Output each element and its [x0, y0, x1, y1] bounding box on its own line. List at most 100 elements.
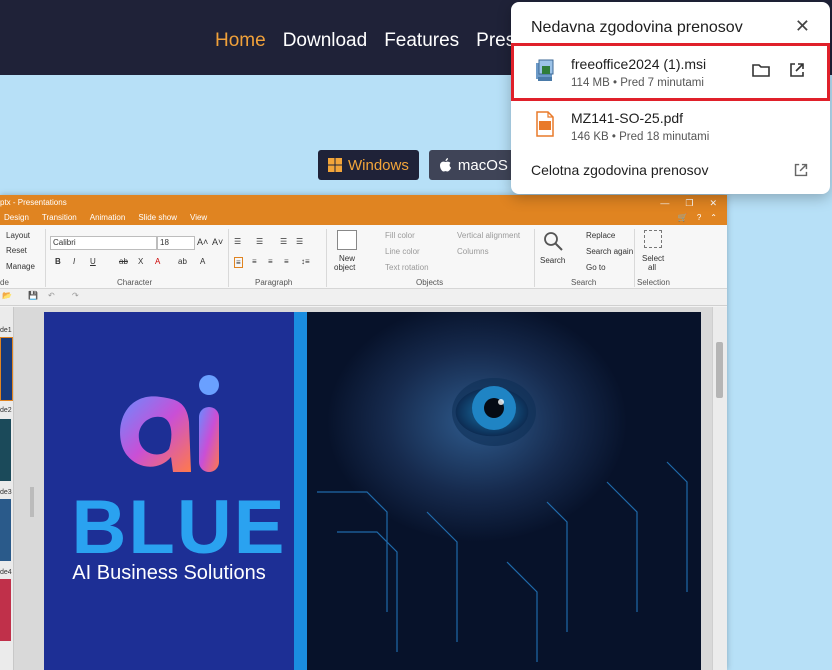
close-downloads-icon[interactable]: ✕: [795, 16, 810, 37]
slide-canvas[interactable]: BLUE AI Business Solutions: [44, 312, 701, 670]
group-paragraph-label: Paragraph: [255, 278, 293, 287]
strikethrough-icon[interactable]: ab: [119, 257, 128, 266]
download-filename: MZ141-SO-25.pdf: [571, 110, 684, 126]
ribbon-tabs: Design Transition Animation Slide show V…: [0, 211, 727, 225]
windows-download-button[interactable]: Windows: [318, 150, 419, 180]
font-color-icon[interactable]: A: [155, 257, 160, 266]
highlight-icon[interactable]: ab: [178, 257, 187, 266]
line-color-button[interactable]: Line color: [385, 247, 420, 256]
download-meta: 114 MB • Pred 7 minutami: [571, 77, 704, 89]
text-rotation-button[interactable]: Text rotation: [385, 263, 429, 272]
replace-button[interactable]: Replace: [586, 231, 615, 240]
undo-icon[interactable]: ↶: [48, 291, 55, 300]
open-icon[interactable]: 📂: [2, 291, 12, 300]
go-to-button[interactable]: Go to: [586, 263, 606, 272]
slide-thumbnails[interactable]: de1 de2 de3 de4: [0, 307, 14, 670]
close-window-icon[interactable]: ✕: [709, 195, 717, 211]
scrollbar-thumb[interactable]: [716, 342, 723, 398]
char-spacing-icon[interactable]: A: [200, 257, 205, 266]
save-icon[interactable]: 💾: [28, 291, 38, 300]
nav-download[interactable]: Download: [283, 30, 368, 52]
os-buttons: Windows macOS: [318, 150, 534, 180]
thumb-label-4: de4: [0, 569, 12, 576]
ribbon-separator: [634, 229, 635, 287]
help-icon[interactable]: ?: [697, 211, 701, 225]
window-controls: — ❐ ✕: [660, 195, 717, 211]
minimize-icon[interactable]: —: [660, 195, 669, 211]
nav-features[interactable]: Features: [384, 30, 459, 52]
presentations-window: ptx - Presentations — ❐ ✕ Design Transit…: [0, 195, 727, 670]
slide-thumbnail-4[interactable]: [0, 579, 11, 641]
tab-animation[interactable]: Animation: [90, 211, 126, 225]
fill-color-button[interactable]: Fill color: [385, 231, 415, 240]
ribbon-separator: [534, 229, 535, 287]
download-meta: 146 KB • Pred 18 minutami: [571, 131, 710, 143]
layout-button[interactable]: Layout: [6, 231, 30, 240]
thumb-label-1: de1: [0, 327, 12, 334]
italic-icon[interactable]: I: [73, 257, 75, 266]
search-button[interactable]: Search: [540, 230, 566, 270]
slide-subtitle: AI Business Solutions: [72, 562, 266, 584]
tab-slide-show[interactable]: Slide show: [138, 211, 177, 225]
open-external-icon[interactable]: [786, 59, 808, 81]
align-right-icon[interactable]: ≡: [268, 257, 273, 266]
nav-home[interactable]: Home: [215, 30, 266, 52]
line-spacing-icon[interactable]: ↕≡: [301, 257, 310, 266]
restore-icon[interactable]: ❐: [685, 195, 693, 211]
slide-vertical-scrollbar[interactable]: [712, 307, 727, 670]
download-item-pdf[interactable]: MZ141-SO-25.pdf 146 KB • Pred 18 minutam…: [514, 100, 827, 152]
numbering-icon[interactable]: ☰: [256, 237, 263, 246]
slide-divider-stripe: [294, 312, 307, 670]
select-all-label-1: Select: [642, 254, 665, 263]
justify-icon[interactable]: ≡: [284, 257, 289, 266]
ai-logo: [120, 375, 219, 472]
slide-thumbnail-2[interactable]: [0, 419, 11, 481]
search-again-button[interactable]: Search again: [586, 247, 633, 256]
collapse-ribbon-icon[interactable]: ⌃: [710, 211, 717, 225]
macos-download-button[interactable]: macOS: [428, 150, 518, 180]
slide-thumbnail-3[interactable]: [0, 499, 11, 561]
cart-icon[interactable]: 🛒: [678, 211, 688, 225]
tab-transition[interactable]: Transition: [42, 211, 77, 225]
font-name-select[interactable]: Calibri: [50, 236, 157, 250]
app-title: ptx - Presentations: [0, 198, 67, 207]
font-size-select[interactable]: 18: [157, 236, 195, 250]
tab-design[interactable]: Design: [4, 211, 29, 225]
align-center-icon[interactable]: ≡: [252, 257, 257, 266]
open-external-icon[interactable]: [791, 160, 811, 180]
reset-button[interactable]: Reset: [6, 246, 27, 255]
installer-file-icon: [536, 59, 554, 81]
shrink-font-icon[interactable]: A˅: [212, 237, 223, 247]
clear-format-icon[interactable]: X: [138, 257, 143, 266]
full-download-history-link[interactable]: Celotna zgodovina prenosov: [531, 162, 708, 178]
slide-workarea: de1 de2 de3 de4 BLUE AI Business Solutio…: [0, 307, 727, 670]
new-object-button[interactable]: New object: [334, 230, 360, 274]
slide-left-panel: BLUE AI Business Solutions: [44, 312, 294, 670]
manage-button[interactable]: Manage: [6, 262, 35, 271]
grow-font-icon[interactable]: A˄: [197, 237, 208, 247]
folder-icon[interactable]: [750, 59, 772, 81]
pdf-file-icon: [536, 111, 554, 137]
increase-indent-icon[interactable]: ☰: [296, 237, 303, 246]
vertical-alignment-button[interactable]: Vertical alignment: [457, 231, 520, 240]
windows-icon: [328, 158, 342, 172]
slide-thumbnail-1[interactable]: [0, 337, 13, 401]
thumbnail-splitter[interactable]: [30, 487, 34, 517]
select-all-button[interactable]: Select all: [642, 230, 666, 274]
columns-button[interactable]: Columns: [457, 247, 489, 256]
decrease-indent-icon[interactable]: ☰: [280, 237, 287, 246]
download-item-msi[interactable]: freeoffice2024 (1).msi 114 MB • Pred 7 m…: [511, 43, 830, 101]
tab-view[interactable]: View: [190, 211, 207, 225]
apple-icon: [439, 158, 451, 172]
quick-access-toolbar: 📂 💾 ↶ ↷: [0, 289, 727, 306]
group-objects-label: Objects: [416, 278, 444, 287]
downloads-panel: Nedavna zgodovina prenosov ✕ freeoffice2…: [511, 2, 830, 194]
circuit-overlay: [317, 378, 688, 662]
downloads-title: Nedavna zgodovina prenosov: [531, 19, 743, 36]
align-left-icon[interactable]: ≡: [234, 257, 243, 268]
macos-button-label: macOS: [457, 156, 508, 174]
underline-icon[interactable]: U: [90, 257, 96, 266]
redo-icon[interactable]: ↷: [72, 291, 79, 300]
bold-icon[interactable]: B: [55, 257, 61, 266]
bullets-icon[interactable]: ☰: [234, 237, 241, 246]
